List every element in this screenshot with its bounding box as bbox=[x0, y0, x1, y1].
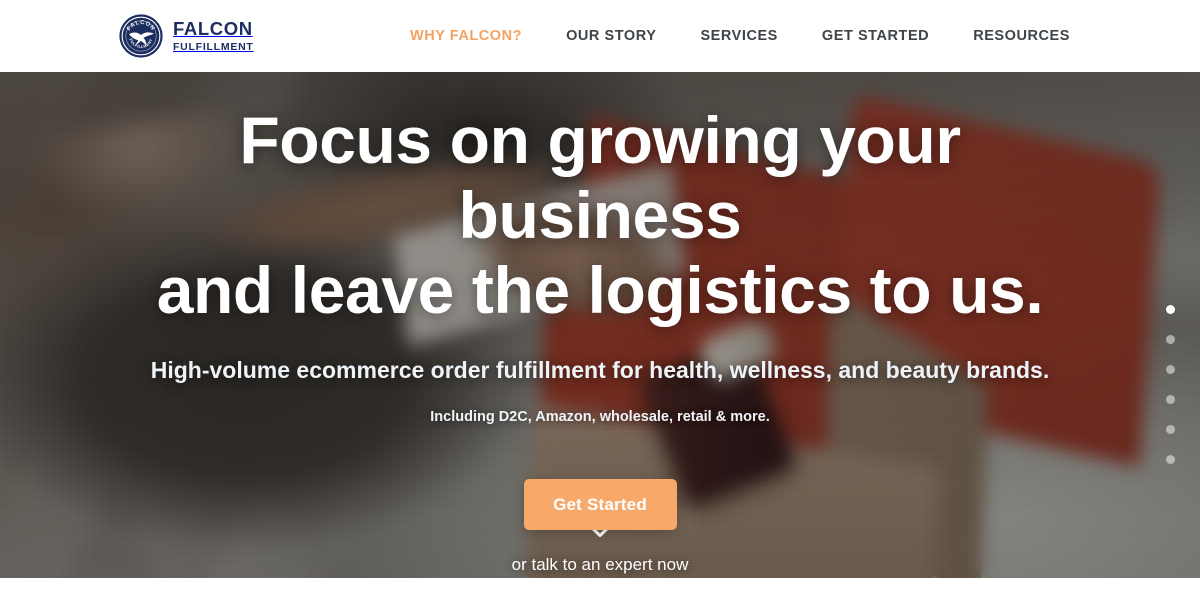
talk-to-expert-link[interactable]: or talk to an expert now bbox=[512, 555, 689, 575]
hero-subheadline: High-volume ecommerce order fulfillment … bbox=[150, 357, 1050, 383]
hero-supporting-note: Including D2C, Amazon, wholesale, retail… bbox=[430, 409, 770, 425]
slider-dot-4[interactable] bbox=[1166, 395, 1175, 404]
logo-wordmark-sub: FULFILLMENT bbox=[173, 40, 254, 53]
falcon-seal-icon: FALCON FULFILLMENT bbox=[118, 13, 164, 59]
slider-dot-5[interactable] bbox=[1166, 425, 1175, 434]
logo-wordmark: FALCON FULFILLMENT bbox=[173, 18, 254, 53]
hero-headline: Focus on growing your business and leave… bbox=[100, 103, 1100, 328]
slider-dot-3[interactable] bbox=[1166, 365, 1175, 374]
site-header: FALCON FULFILLMENT FALCON FULFILLMENT WH… bbox=[0, 0, 1200, 72]
slider-dot-2[interactable] bbox=[1166, 335, 1175, 344]
nav-item-why-falcon[interactable]: WHY FALCON? bbox=[388, 0, 544, 72]
nav-item-resources[interactable]: RESOURCES bbox=[951, 0, 1092, 72]
hero-section: nu Focus on growing your business and le… bbox=[0, 72, 1200, 578]
below-fold-area bbox=[0, 578, 1200, 609]
hero-headline-line-2: and leave the logistics to us. bbox=[156, 253, 1044, 327]
slider-dot-1[interactable] bbox=[1166, 305, 1175, 314]
hero-slider-dots bbox=[1166, 305, 1175, 464]
main-navigation: WHY FALCON? OUR STORY SERVICES GET START… bbox=[388, 0, 1092, 72]
nav-item-get-started[interactable]: GET STARTED bbox=[800, 0, 951, 72]
nav-item-services[interactable]: SERVICES bbox=[678, 0, 799, 72]
hero-headline-line-1: Focus on growing your business bbox=[239, 103, 961, 252]
slider-dot-6[interactable] bbox=[1166, 455, 1175, 464]
logo-wordmark-main: FALCON bbox=[173, 18, 253, 39]
site-logo[interactable]: FALCON FULFILLMENT FALCON FULFILLMENT bbox=[118, 13, 254, 59]
get-started-button[interactable]: Get Started bbox=[523, 479, 677, 530]
hero-content: Focus on growing your business and leave… bbox=[0, 72, 1200, 578]
nav-item-our-story[interactable]: OUR STORY bbox=[544, 0, 678, 72]
